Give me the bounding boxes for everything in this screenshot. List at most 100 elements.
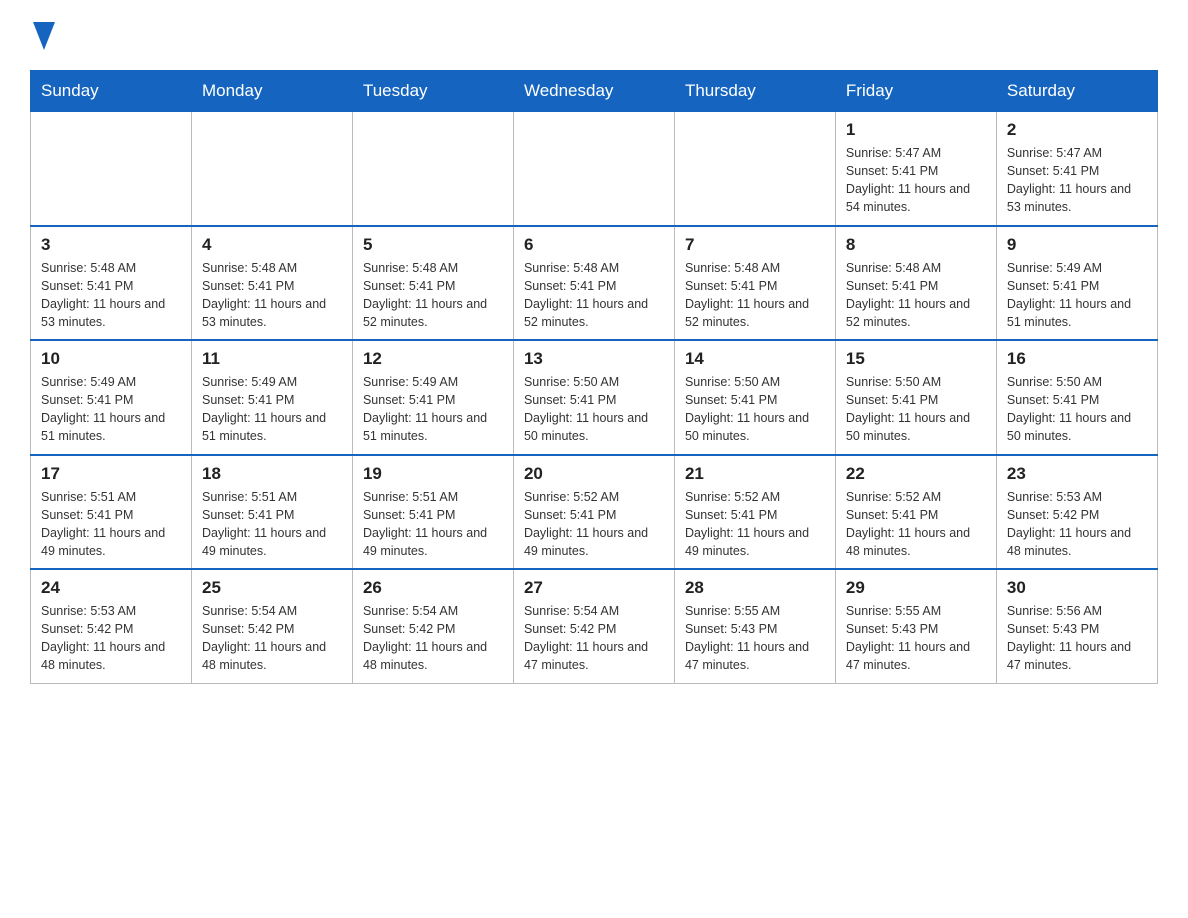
logo [30, 20, 55, 50]
day-info: Sunrise: 5:48 AMSunset: 5:41 PMDaylight:… [363, 259, 503, 332]
table-row: 24 Sunrise: 5:53 AMSunset: 5:42 PMDayligh… [31, 569, 192, 683]
table-row: 15 Sunrise: 5:50 AMSunset: 5:41 PMDayligh… [835, 340, 996, 455]
day-number: 26 [363, 578, 503, 598]
day-info: Sunrise: 5:50 AMSunset: 5:41 PMDaylight:… [846, 373, 986, 446]
day-number: 22 [846, 464, 986, 484]
day-number: 9 [1007, 235, 1147, 255]
day-number: 14 [685, 349, 825, 369]
calendar-header-row: Sunday Monday Tuesday Wednesday Thursday… [31, 71, 1158, 112]
calendar-week-row: 1Sunrise: 5:47 AMSunset: 5:41 PMDaylight… [31, 112, 1158, 226]
table-row: 9 Sunrise: 5:49 AMSunset: 5:41 PMDaylight… [996, 226, 1157, 341]
day-number: 28 [685, 578, 825, 598]
calendar-week-row: 10Sunrise: 5:49 AMSunset: 5:41 PMDayligh… [31, 340, 1158, 455]
day-info: Sunrise: 5:53 AMSunset: 5:42 PMDaylight:… [1007, 488, 1147, 561]
col-tuesday: Tuesday [352, 71, 513, 112]
day-number: 3 [41, 235, 181, 255]
table-row: 10Sunrise: 5:49 AMSunset: 5:41 PMDayligh… [31, 340, 192, 455]
day-info: Sunrise: 5:50 AMSunset: 5:41 PMDaylight:… [685, 373, 825, 446]
day-number: 18 [202, 464, 342, 484]
day-info: Sunrise: 5:50 AMSunset: 5:41 PMDaylight:… [524, 373, 664, 446]
day-number: 21 [685, 464, 825, 484]
calendar-week-row: 24 Sunrise: 5:53 AMSunset: 5:42 PMDayligh… [31, 569, 1158, 683]
table-row: 5 Sunrise: 5:48 AMSunset: 5:41 PMDaylight… [352, 226, 513, 341]
day-number: 16 [1007, 349, 1147, 369]
day-info: Sunrise: 5:48 AMSunset: 5:41 PMDaylight:… [846, 259, 986, 332]
day-info: Sunrise: 5:50 AMSunset: 5:41 PMDaylight:… [1007, 373, 1147, 446]
day-info: Sunrise: 5:51 AMSunset: 5:41 PMDaylight:… [41, 488, 181, 561]
day-number: 4 [202, 235, 342, 255]
day-number: 23 [1007, 464, 1147, 484]
day-number: 17 [41, 464, 181, 484]
table-row: 27 Sunrise: 5:54 AMSunset: 5:42 PMDayligh… [513, 569, 674, 683]
page-header [30, 20, 1158, 50]
col-saturday: Saturday [996, 71, 1157, 112]
col-wednesday: Wednesday [513, 71, 674, 112]
day-number: 24 [41, 578, 181, 598]
col-thursday: Thursday [674, 71, 835, 112]
day-number: 12 [363, 349, 503, 369]
table-row: 20 Sunrise: 5:52 AMSunset: 5:41 PMDayligh… [513, 455, 674, 570]
calendar-week-row: 3 Sunrise: 5:48 AMSunset: 5:41 PMDaylight… [31, 226, 1158, 341]
day-number: 6 [524, 235, 664, 255]
table-row: 28Sunrise: 5:55 AMSunset: 5:43 PMDayligh… [674, 569, 835, 683]
table-row: 21 Sunrise: 5:52 AMSunset: 5:41 PMDayligh… [674, 455, 835, 570]
day-info: Sunrise: 5:48 AMSunset: 5:41 PMDaylight:… [685, 259, 825, 332]
table-row: 6 Sunrise: 5:48 AMSunset: 5:41 PMDaylight… [513, 226, 674, 341]
table-row: 3Sunrise: 5:48 AMSunset: 5:41 PMDaylight… [31, 226, 192, 341]
table-row: 1Sunrise: 5:47 AMSunset: 5:41 PMDaylight… [835, 112, 996, 226]
day-info: Sunrise: 5:48 AMSunset: 5:41 PMDaylight:… [202, 259, 342, 332]
table-row: 30 Sunrise: 5:56 AMSunset: 5:43 PMDayligh… [996, 569, 1157, 683]
day-info: Sunrise: 5:49 AMSunset: 5:41 PMDaylight:… [1007, 259, 1147, 332]
day-info: Sunrise: 5:54 AMSunset: 5:42 PMDaylight:… [524, 602, 664, 675]
day-info: Sunrise: 5:54 AMSunset: 5:42 PMDaylight:… [202, 602, 342, 675]
table-row: 22 Sunrise: 5:52 AMSunset: 5:41 PMDayligh… [835, 455, 996, 570]
day-number: 13 [524, 349, 664, 369]
day-number: 1 [846, 120, 986, 140]
table-row: 18 Sunrise: 5:51 AMSunset: 5:41 PMDayligh… [191, 455, 352, 570]
day-number: 29 [846, 578, 986, 598]
table-row [513, 112, 674, 226]
day-info: Sunrise: 5:49 AMSunset: 5:41 PMDaylight:… [202, 373, 342, 446]
table-row: 16 Sunrise: 5:50 AMSunset: 5:41 PMDayligh… [996, 340, 1157, 455]
col-friday: Friday [835, 71, 996, 112]
day-info: Sunrise: 5:54 AMSunset: 5:42 PMDaylight:… [363, 602, 503, 675]
day-number: 2 [1007, 120, 1147, 140]
table-row: 12 Sunrise: 5:49 AMSunset: 5:41 PMDayligh… [352, 340, 513, 455]
day-number: 20 [524, 464, 664, 484]
day-number: 15 [846, 349, 986, 369]
day-info: Sunrise: 5:49 AMSunset: 5:41 PMDaylight:… [363, 373, 503, 446]
day-number: 19 [363, 464, 503, 484]
table-row: 26 Sunrise: 5:54 AMSunset: 5:42 PMDayligh… [352, 569, 513, 683]
table-row: 13 Sunrise: 5:50 AMSunset: 5:41 PMDayligh… [513, 340, 674, 455]
table-row: 11 Sunrise: 5:49 AMSunset: 5:41 PMDayligh… [191, 340, 352, 455]
day-info: Sunrise: 5:52 AMSunset: 5:41 PMDaylight:… [685, 488, 825, 561]
day-number: 8 [846, 235, 986, 255]
table-row [191, 112, 352, 226]
table-row [352, 112, 513, 226]
calendar-week-row: 17 Sunrise: 5:51 AMSunset: 5:41 PMDayligh… [31, 455, 1158, 570]
logo-arrow-icon [33, 22, 55, 50]
table-row [31, 112, 192, 226]
day-info: Sunrise: 5:51 AMSunset: 5:41 PMDaylight:… [363, 488, 503, 561]
col-sunday: Sunday [31, 71, 192, 112]
table-row: 25 Sunrise: 5:54 AMSunset: 5:42 PMDayligh… [191, 569, 352, 683]
day-number: 25 [202, 578, 342, 598]
day-number: 5 [363, 235, 503, 255]
table-row: 17 Sunrise: 5:51 AMSunset: 5:41 PMDayligh… [31, 455, 192, 570]
day-info: Sunrise: 5:56 AMSunset: 5:43 PMDaylight:… [1007, 602, 1147, 675]
table-row: 7Sunrise: 5:48 AMSunset: 5:41 PMDaylight… [674, 226, 835, 341]
day-number: 11 [202, 349, 342, 369]
table-row: 4 Sunrise: 5:48 AMSunset: 5:41 PMDaylight… [191, 226, 352, 341]
day-info: Sunrise: 5:53 AMSunset: 5:42 PMDaylight:… [41, 602, 181, 675]
day-info: Sunrise: 5:51 AMSunset: 5:41 PMDaylight:… [202, 488, 342, 561]
calendar-table: Sunday Monday Tuesday Wednesday Thursday… [30, 70, 1158, 684]
day-info: Sunrise: 5:48 AMSunset: 5:41 PMDaylight:… [524, 259, 664, 332]
day-info: Sunrise: 5:52 AMSunset: 5:41 PMDaylight:… [846, 488, 986, 561]
table-row: 8 Sunrise: 5:48 AMSunset: 5:41 PMDaylight… [835, 226, 996, 341]
day-info: Sunrise: 5:52 AMSunset: 5:41 PMDaylight:… [524, 488, 664, 561]
day-number: 30 [1007, 578, 1147, 598]
table-row: 23 Sunrise: 5:53 AMSunset: 5:42 PMDayligh… [996, 455, 1157, 570]
table-row [674, 112, 835, 226]
day-number: 27 [524, 578, 664, 598]
table-row: 29Sunrise: 5:55 AMSunset: 5:43 PMDayligh… [835, 569, 996, 683]
